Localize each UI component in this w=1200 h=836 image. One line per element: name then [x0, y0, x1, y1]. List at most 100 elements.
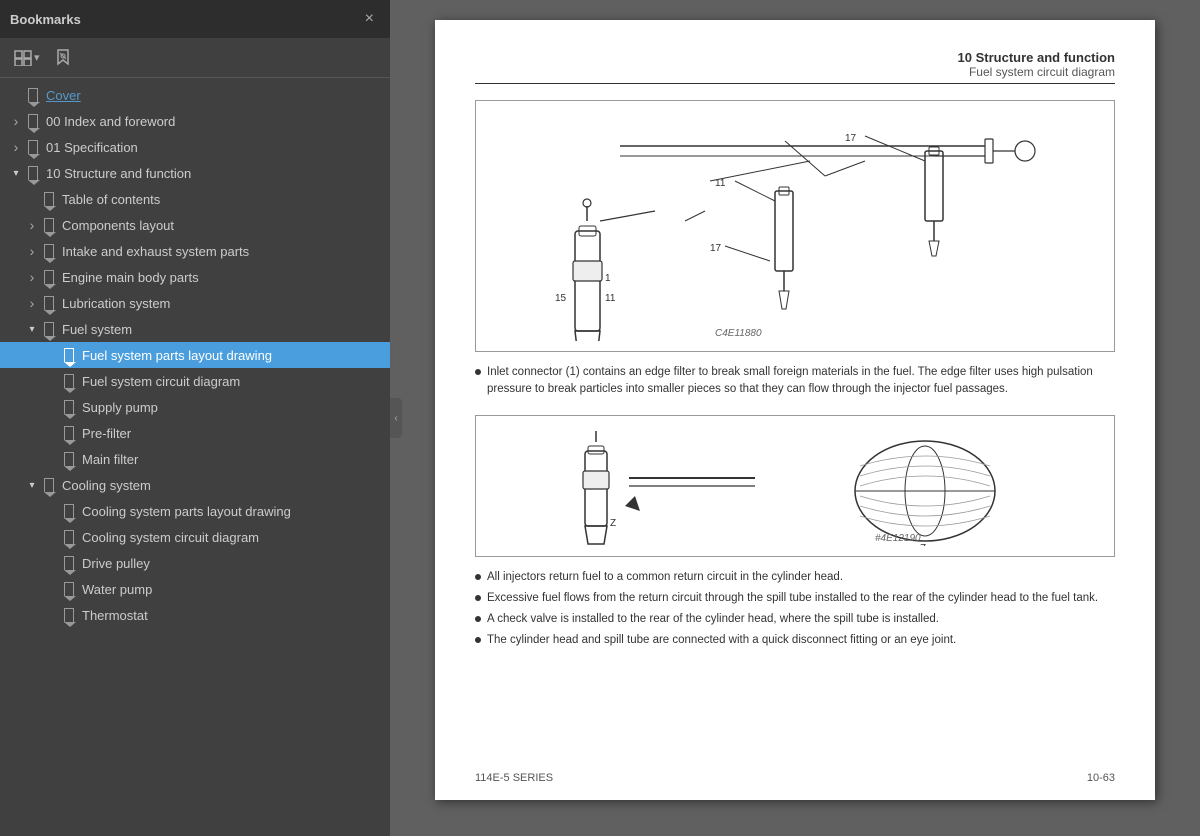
svg-text:15: 15: [555, 293, 567, 304]
bullet-list-1: Inlet connector (1) contains an edge fil…: [475, 364, 1115, 399]
sidebar-label-main-filter: Main filter: [82, 452, 386, 467]
bullet-text: A check valve is installed to the rear o…: [487, 611, 939, 628]
sidebar-item-cover[interactable]: ›Cover: [0, 82, 390, 108]
bookmark-icon: [56, 49, 70, 67]
expand-arrow-spec[interactable]: ›: [8, 139, 24, 155]
bookmark-nav-button[interactable]: [50, 45, 76, 71]
bullet-item: Inlet connector (1) contains an edge fil…: [475, 364, 1115, 399]
expand-arrow-structure[interactable]: ▾: [8, 165, 24, 181]
sidebar-item-main-filter[interactable]: ›Main filter: [0, 446, 390, 472]
sidebar-item-structure[interactable]: ▾ 10 Structure and function: [0, 160, 390, 186]
sidebar-item-drive-pulley[interactable]: ›Drive pulley: [0, 550, 390, 576]
sidebar-label-index: 00 Index and foreword: [46, 114, 386, 129]
sidebar-label-lubrication: Lubrication system: [62, 296, 386, 311]
sidebar-label-spec: 01 Specification: [46, 140, 386, 155]
bullet-list-2: All injectors return fuel to a common re…: [475, 569, 1115, 650]
diagram-1-svg: 17 11 17: [515, 111, 1075, 341]
bullet-text: Excessive fuel flows from the return cir…: [487, 590, 1098, 607]
footer-page: 10-63: [1087, 772, 1115, 784]
expand-all-button[interactable]: ▾: [8, 46, 46, 70]
bullet-item: The cylinder head and spill tube are con…: [475, 632, 1115, 649]
sidebar-item-thermostat[interactable]: ›Thermostat: [0, 602, 390, 628]
sidebar-item-fuel-circuit[interactable]: ›Fuel system circuit diagram: [0, 368, 390, 394]
sidebar-item-engine[interactable]: ›Engine main body parts: [0, 264, 390, 290]
bullet-text: The cylinder head and spill tube are con…: [487, 632, 956, 649]
sidebar-label-cooling-circuit: Cooling system circuit diagram: [82, 530, 386, 545]
diagram-1: 17 11 17: [475, 100, 1115, 352]
expand-icon: [14, 50, 32, 66]
bullet-item: Excessive fuel flows from the return cir…: [475, 590, 1115, 607]
sidebar-item-cooling-parts[interactable]: ›Cooling system parts layout drawing: [0, 498, 390, 524]
bookmark-icon-thermostat: [62, 607, 76, 623]
diagram-2-svg: Z Z #4E12190: [555, 426, 1035, 546]
svg-text:Z: Z: [610, 518, 616, 529]
bullet-dot: [475, 574, 481, 580]
sidebar-header: Bookmarks ×: [0, 0, 390, 38]
bookmark-icon-water-pump: [62, 581, 76, 597]
expand-arrow-intake[interactable]: ›: [24, 243, 40, 259]
sidebar-label-toc: Table of contents: [62, 192, 386, 207]
bullet-dot: [475, 369, 481, 375]
page-container: 10 Structure and function Fuel system ci…: [435, 20, 1155, 800]
main-content: 10 Structure and function Fuel system ci…: [390, 0, 1200, 836]
expand-arrow-cooling[interactable]: ▾: [24, 477, 40, 493]
sidebar-toolbar: ▾: [0, 38, 390, 78]
page-header: 10 Structure and function Fuel system ci…: [475, 50, 1115, 79]
sidebar-item-pre-filter[interactable]: ›Pre-filter: [0, 420, 390, 446]
sidebar-label-cover: Cover: [46, 88, 386, 103]
sidebar-item-components[interactable]: › Components layout: [0, 212, 390, 238]
sidebar-item-index[interactable]: › 00 Index and foreword: [0, 108, 390, 134]
sidebar-collapse-handle[interactable]: ‹: [390, 398, 402, 438]
sidebar-item-cooling[interactable]: ▾ Cooling system: [0, 472, 390, 498]
sidebar-title: Bookmarks: [10, 12, 81, 27]
sidebar-item-water-pump[interactable]: ›Water pump: [0, 576, 390, 602]
svg-text:17: 17: [845, 133, 857, 144]
bookmark-icon-cover: [26, 87, 40, 103]
bookmark-icon-drive-pulley: [62, 555, 76, 571]
svg-text:11: 11: [605, 293, 616, 304]
bullet-dot: [475, 595, 481, 601]
expand-arrow-index[interactable]: ›: [8, 113, 24, 129]
expand-arrow-components[interactable]: ›: [24, 217, 40, 233]
bookmark-icon-index: [26, 113, 40, 129]
bookmark-icon-fuel-parts: [62, 347, 76, 363]
sidebar: Bookmarks × ▾ ›Cover›00 Index and forewo…: [0, 0, 390, 836]
sidebar-item-lubrication[interactable]: › Lubrication system: [0, 290, 390, 316]
bullet-item: A check valve is installed to the rear o…: [475, 611, 1115, 628]
diagram-2: Z Z #4E12190: [475, 415, 1115, 557]
sidebar-item-intake[interactable]: › Intake and exhaust system parts: [0, 238, 390, 264]
svg-text:#4E12190: #4E12190: [875, 533, 921, 544]
bookmark-icon-main-filter: [62, 451, 76, 467]
page-header-subtitle: Fuel system circuit diagram: [475, 65, 1115, 79]
sidebar-label-cooling: Cooling system: [62, 478, 386, 493]
sidebar-item-supply-pump[interactable]: ›Supply pump: [0, 394, 390, 420]
expand-arrow-lubrication[interactable]: ›: [24, 295, 40, 311]
bookmark-icon-engine: [42, 269, 56, 285]
sidebar-label-cooling-parts: Cooling system parts layout drawing: [82, 504, 386, 519]
bookmark-icon-spec: [26, 139, 40, 155]
sidebar-label-fuel-circuit: Fuel system circuit diagram: [82, 374, 386, 389]
sidebar-item-fuel[interactable]: ▾ Fuel system: [0, 316, 390, 342]
bookmark-icon-cooling: [42, 477, 56, 493]
sidebar-label-structure: 10 Structure and function: [46, 166, 386, 181]
close-button[interactable]: ×: [359, 9, 380, 29]
sidebar-label-intake: Intake and exhaust system parts: [62, 244, 386, 259]
sidebar-item-spec[interactable]: › 01 Specification: [0, 134, 390, 160]
bookmark-icon-cooling-circuit: [62, 529, 76, 545]
sidebar-label-components: Components layout: [62, 218, 386, 233]
bullet-dot: [475, 637, 481, 643]
bookmark-icon-supply-pump: [62, 399, 76, 415]
page-footer: 114E-5 SERIES 10-63: [475, 772, 1115, 784]
sidebar-content[interactable]: ›Cover›00 Index and foreword›01 Specific…: [0, 78, 390, 836]
sidebar-item-cooling-circuit[interactable]: ›Cooling system circuit diagram: [0, 524, 390, 550]
expand-arrow-fuel[interactable]: ▾: [24, 321, 40, 337]
bookmark-icon-intake: [42, 243, 56, 259]
bullet-item: All injectors return fuel to a common re…: [475, 569, 1115, 586]
sidebar-item-fuel-parts[interactable]: ›Fuel system parts layout drawing: [0, 342, 390, 368]
sidebar-label-drive-pulley: Drive pulley: [82, 556, 386, 571]
svg-text:17: 17: [710, 243, 722, 254]
expand-arrow-engine[interactable]: ›: [24, 269, 40, 285]
sidebar-item-toc[interactable]: ›Table of contents: [0, 186, 390, 212]
bookmark-icon-cooling-parts: [62, 503, 76, 519]
sidebar-label-fuel: Fuel system: [62, 322, 386, 337]
